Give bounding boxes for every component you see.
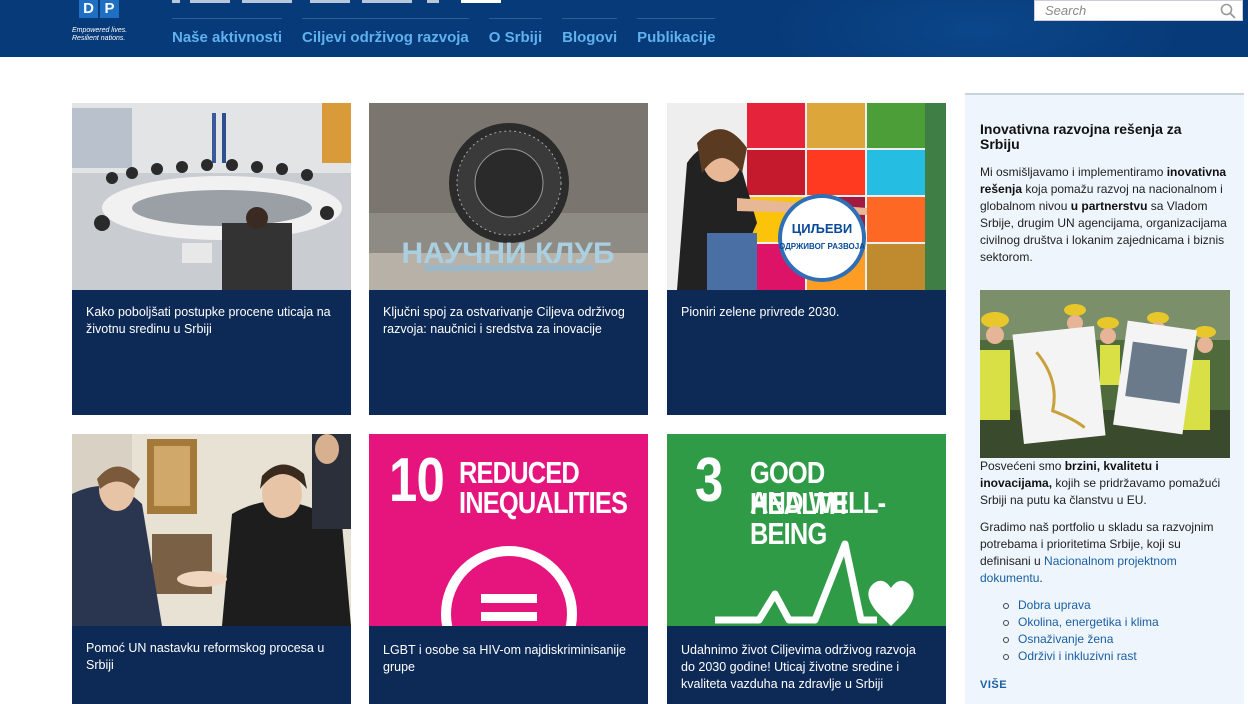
- equality-icon: [441, 546, 577, 626]
- undp-logo[interactable]: D P: [79, 0, 119, 18]
- card-4-title: Pomoć UN nastavku reformskog procesa u S…: [86, 641, 325, 672]
- list-item[interactable]: Osnaživanje žena: [1003, 631, 1159, 648]
- tagline-line-1: Empowered lives.: [72, 27, 128, 34]
- search-box: [1034, 0, 1243, 21]
- card-1-title: Kako poboljšati postupke procene uticaja…: [86, 305, 331, 336]
- focus-link-dobra-uprava[interactable]: Dobra uprava: [1018, 598, 1091, 612]
- sidebar-commitment-paragraph: Posvećeni smo brzini, kvalitetu i inovac…: [980, 459, 1221, 507]
- card-2-title: Ključni spoj za ostvarivanje Ciljeva odr…: [383, 305, 625, 336]
- card-5-image: 10 REDUCED INEQUALITIES: [369, 434, 648, 626]
- logo-tagline: Empowered lives. Resilient nations.: [72, 27, 142, 43]
- logo-letter-d: D: [83, 0, 94, 17]
- nav-nase-aktivnosti[interactable]: Naše aktivnosti: [172, 18, 283, 47]
- top-nav-remnant: [172, 0, 502, 3]
- card-3-title: Pioniri zelene privrede 2030.: [681, 305, 840, 319]
- sidebar-heading: Inovativna razvojna rešenja za Srbiju: [980, 121, 1182, 152]
- svg-text:ЦИЉЕВИ: ЦИЉЕВИ: [792, 221, 852, 236]
- sidebar-focus-list: Dobra uprava Okolina, energetika i klima…: [1003, 597, 1159, 665]
- card-5-title: LGBT i osobe sa HIV-om najdiskriminisani…: [383, 643, 626, 674]
- logo-letter-p: P: [98, 0, 119, 18]
- nav-ciljevi-odrzivog-razvoja[interactable]: Ciljevi održivog razvoja: [302, 18, 469, 47]
- focus-link-odrzivi-rast[interactable]: Održivi i inkluzivni rast: [1018, 649, 1137, 663]
- main-nav: Naše aktivnosti Ciljevi održivog razvoja…: [172, 18, 735, 47]
- list-item[interactable]: Dobra uprava: [1003, 597, 1159, 614]
- heartbeat-icon: [715, 540, 914, 626]
- card-6-title: Udahnimo život Ciljevima održivog razvoj…: [681, 643, 916, 691]
- list-item[interactable]: Okolina, energetika i klima: [1003, 614, 1159, 631]
- focus-link-okolina[interactable]: Okolina, energetika i klima: [1018, 615, 1159, 629]
- search-input[interactable]: [1035, 1, 1215, 20]
- nav-o-srbiji[interactable]: O Srbiji: [488, 18, 543, 47]
- sidebar-panel: Inovativna razvojna rešenja za Srbiju Mi…: [965, 93, 1244, 704]
- news-card-1[interactable]: Kako poboljšati postupke procene uticaja…: [72, 103, 351, 415]
- news-card-4[interactable]: Pomoć UN nastavku reformskog procesa u S…: [72, 434, 351, 704]
- news-card-3[interactable]: ЦИЉЕВИ ОДРЖИВОГ РАЗВОЈА Pioniri zelene p…: [667, 103, 946, 415]
- news-card-6[interactable]: 3 GOOD HEALTH AND WELL-BEING Udahnimo ži…: [667, 434, 946, 704]
- tagline-line-2: Resilient nations.: [72, 35, 126, 42]
- nav-blogovi[interactable]: Blogovi: [562, 18, 618, 47]
- card-2-image: НАУЧНИ КЛУБ: [369, 103, 648, 290]
- list-item[interactable]: Održivi i inkluzivni rast: [1003, 648, 1159, 665]
- card-1-image: [72, 103, 351, 290]
- more-link[interactable]: VIŠE: [980, 679, 1007, 691]
- card-6-image: 3 GOOD HEALTH AND WELL-BEING: [667, 434, 946, 626]
- nav-publikacije[interactable]: Publikacije: [637, 18, 716, 47]
- search-icon[interactable]: [1220, 3, 1236, 19]
- svg-text:ОДРЖИВОГ РАЗВОЈА: ОДРЖИВОГ РАЗВОЈА: [779, 242, 865, 251]
- sidebar-intro-paragraph: Mi osmišljavamo i implementiramo inovati…: [980, 165, 1227, 264]
- focus-link-osnazivanje-zena[interactable]: Osnaživanje žena: [1018, 632, 1113, 646]
- news-card-5[interactable]: 10 REDUCED INEQUALITIES LGBT i osobe sa …: [369, 434, 648, 704]
- news-card-2[interactable]: НАУЧНИ КЛУБ Ključni spoj za ostvarivanje…: [369, 103, 648, 415]
- sidebar-portfolio-paragraph: Gradimo naš portfolio u skladu sa razvoj…: [980, 520, 1214, 585]
- language-switch[interactable]: [461, 0, 501, 3]
- card-3-image: ЦИЉЕВИ ОДРЖИВОГ РАЗВОЈА: [667, 103, 946, 290]
- site-header: D P Empowered lives. Resilient nations. …: [0, 0, 1248, 57]
- sidebar-photo: [980, 290, 1230, 458]
- card-4-image: [72, 434, 351, 626]
